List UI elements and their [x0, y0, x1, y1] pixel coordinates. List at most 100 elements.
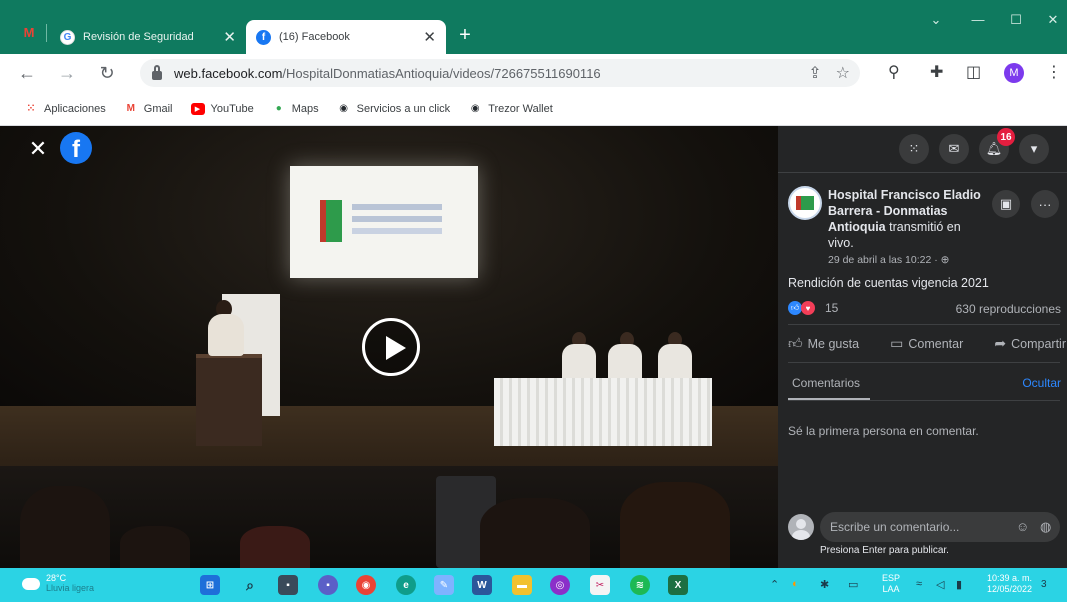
- url-path: /HospitalDonmatiasAntioquia/videos/72667…: [282, 65, 601, 81]
- wifi-icon[interactable]: ≈: [916, 578, 922, 590]
- url-host: web.facebook.com: [174, 65, 283, 81]
- save-post-icon[interactable]: ▣: [992, 190, 1020, 218]
- bookmark-maps[interactable]: ● Maps: [272, 103, 319, 115]
- profile-avatar[interactable]: M: [1004, 63, 1024, 83]
- like-button[interactable]: 👍︎ Me gusta: [788, 335, 859, 352]
- menu-grid-icon[interactable]: ⁙: [899, 134, 929, 164]
- pinned-gmail-tab-icon[interactable]: M: [18, 22, 40, 42]
- facebook-logo-icon[interactable]: f: [60, 132, 92, 164]
- browser-tab-strip: M G Revisión de Seguridad ✕ f (16) Faceb…: [0, 0, 1067, 54]
- github-icon: ◉: [470, 103, 480, 114]
- divider: [788, 362, 1060, 363]
- like-reaction-icon: 👍︎: [788, 301, 802, 315]
- task-view-icon[interactable]: ▪: [278, 575, 298, 595]
- close-video-icon[interactable]: ✕: [26, 136, 50, 161]
- search-icon[interactable]: ⌕: [240, 575, 260, 595]
- side-panel-icon[interactable]: ◫: [966, 62, 981, 82]
- file-explorer-icon[interactable]: ▬: [512, 575, 532, 595]
- lock-icon: [152, 64, 162, 80]
- sticker-icon[interactable]: ◍: [1040, 519, 1051, 535]
- notification-badge: 16: [997, 128, 1015, 146]
- tray-app-icon[interactable]: ✱: [820, 578, 829, 591]
- edge-icon[interactable]: e: [396, 575, 416, 595]
- user-avatar[interactable]: [788, 514, 814, 540]
- bookmarks-bar: ⁙ Aplicaciones M Gmail ▶ YouTube ● Maps …: [0, 92, 1067, 126]
- tab-close-icon[interactable]: ✕: [223, 28, 236, 46]
- teams-chat-icon[interactable]: ▪: [318, 575, 338, 595]
- input-language[interactable]: ESP LAA: [882, 573, 900, 595]
- minimize-icon[interactable]: —: [968, 12, 988, 27]
- podcast-app-icon[interactable]: ◎: [550, 575, 570, 595]
- reload-icon[interactable]: ↻: [96, 62, 118, 84]
- bookmark-servicios[interactable]: ◉ Servicios a un click: [337, 103, 450, 115]
- gmail-icon: M: [126, 103, 135, 114]
- globe-icon: ⊕: [940, 254, 950, 266]
- comments-tab[interactable]: Comentarios: [792, 376, 860, 390]
- bookmark-youtube[interactable]: ▶ YouTube: [190, 102, 254, 115]
- notification-center-count[interactable]: 3: [1041, 579, 1047, 590]
- new-tab-button[interactable]: +: [452, 22, 478, 48]
- word-icon[interactable]: W: [472, 575, 492, 595]
- back-arrow-icon[interactable]: ←: [16, 62, 38, 84]
- bookmark-aplicaciones[interactable]: ⁙ Aplicaciones: [24, 103, 106, 115]
- spotify-icon[interactable]: ≋: [630, 575, 650, 595]
- tab-facebook[interactable]: f (16) Facebook ✕: [246, 20, 446, 54]
- audience-member: [620, 482, 730, 568]
- chrome-icon[interactable]: ◉: [356, 575, 376, 595]
- divider: [778, 172, 1067, 173]
- bookmark-gmail[interactable]: M Gmail: [124, 103, 173, 115]
- panelist: [658, 344, 692, 380]
- tab-close-icon[interactable]: ✕: [423, 28, 436, 46]
- share-button[interactable]: ➦ Compartir: [994, 335, 1066, 352]
- weather-widget[interactable]: 28°C Lluvia ligera: [22, 573, 94, 594]
- comment-button[interactable]: ▭ Comentar: [890, 335, 963, 352]
- more-options-icon[interactable]: ···: [1031, 190, 1059, 218]
- reactions-summary[interactable]: 👍︎ ♥ 15: [788, 301, 838, 315]
- forward-arrow-icon[interactable]: →: [56, 62, 78, 84]
- volume-icon[interactable]: ◁: [936, 578, 944, 591]
- windows-taskbar: 28°C Lluvia ligera ⊞ ⌕ ▪ ▪ ◉ e ✎ W ▬ ◎ ✂…: [0, 568, 1067, 602]
- page-logo-icon: [796, 196, 814, 210]
- bookmark-star-icon[interactable]: ☆: [836, 63, 850, 83]
- key-extension-icon[interactable]: ⚲: [888, 62, 900, 82]
- play-icon[interactable]: [362, 318, 420, 376]
- thumbs-up-icon: 👍︎: [788, 335, 803, 351]
- extensions-puzzle-icon[interactable]: ✚: [930, 62, 943, 82]
- browser-toolbar: ← → ↻ web.facebook.com/HospitalDonmatias…: [0, 54, 1067, 92]
- notifications-bell-icon[interactable]: 🔔︎ 16: [979, 128, 1015, 164]
- language-code: ESP: [882, 573, 901, 583]
- feather-app-icon[interactable]: ✎: [434, 575, 454, 595]
- start-icon[interactable]: ⊞: [200, 575, 220, 595]
- address-bar[interactable]: web.facebook.com/HospitalDonmatiasAntioq…: [140, 59, 860, 87]
- snipping-tool-icon[interactable]: ✂: [590, 575, 610, 595]
- hide-comments-link[interactable]: Ocultar: [1022, 376, 1061, 390]
- podium: [196, 354, 262, 446]
- excel-icon[interactable]: X: [668, 575, 688, 595]
- tab-revision-seguridad[interactable]: G Revisión de Seguridad ✕: [50, 20, 246, 54]
- share-arrow-icon: ➦: [994, 335, 1007, 351]
- view-count: 630 reproducciones: [955, 302, 1061, 316]
- facebook-icon: f: [256, 29, 271, 45]
- tab-search-icon[interactable]: ⌄: [926, 12, 946, 28]
- comment-icon: ▭: [890, 335, 904, 351]
- window-close-icon[interactable]: ✕: [1043, 12, 1063, 28]
- account-dropdown-icon[interactable]: ▾: [1019, 134, 1049, 164]
- system-clock[interactable]: 10:39 a. m. 12/05/2022: [984, 573, 1032, 595]
- post-side-panel: ⁙ ✉ 🔔︎ 16 ▾ Hospital Francisco Eladio Ba…: [778, 126, 1067, 568]
- maximize-icon[interactable]: ☐: [1006, 12, 1026, 28]
- post-timestamp[interactable]: 29 de abril a las 10:22 · ⊕: [828, 254, 949, 266]
- page-avatar[interactable]: [788, 186, 822, 220]
- browser-menu-icon[interactable]: ⋮: [1046, 62, 1062, 82]
- bookmark-trezor[interactable]: ◉ Trezor Wallet: [468, 103, 553, 115]
- tray-app-icon[interactable]: ◐: [792, 578, 799, 590]
- keyboard-icon[interactable]: ▭: [848, 578, 858, 591]
- panel-table: [494, 378, 712, 446]
- emoji-icon[interactable]: ☺: [1016, 519, 1029, 534]
- battery-icon[interactable]: ▮: [956, 578, 962, 591]
- screen-logo: [320, 200, 342, 242]
- share-icon[interactable]: ⇪: [808, 63, 821, 83]
- post-header: Hospital Francisco Eladio Barrera - Donm…: [828, 187, 988, 251]
- tray-overflow-icon[interactable]: ⌃: [770, 578, 779, 591]
- youtube-icon: ▶: [190, 102, 205, 115]
- messenger-icon[interactable]: ✉: [939, 134, 969, 164]
